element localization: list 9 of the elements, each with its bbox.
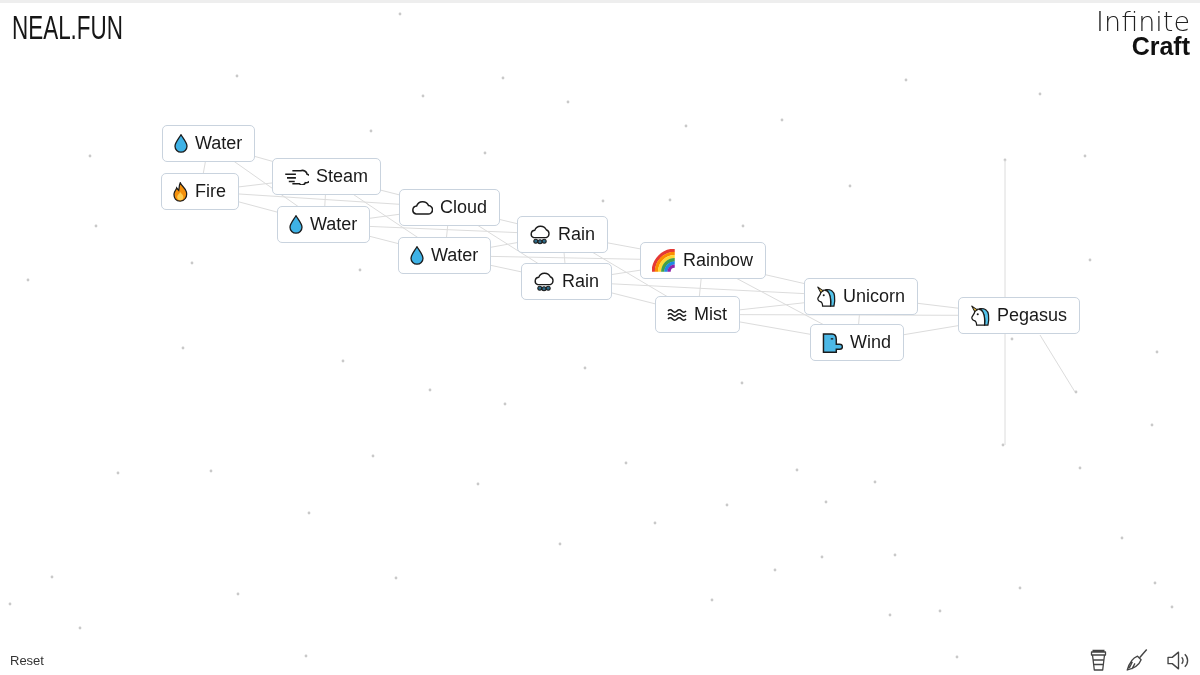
- site-logo[interactable]: NEAL.FUN: [12, 10, 123, 44]
- speaker-icon[interactable]: [1167, 650, 1190, 670]
- water-drop-icon: [174, 134, 188, 153]
- broom-icon[interactable]: [1126, 649, 1148, 671]
- app-title-word: Infinite: [1096, 8, 1190, 35]
- coffee-cup-icon[interactable]: [1090, 649, 1107, 671]
- reset-button[interactable]: Reset: [10, 652, 44, 668]
- app-title-word: Craft: [1131, 34, 1190, 59]
- flame-icon: [173, 181, 188, 202]
